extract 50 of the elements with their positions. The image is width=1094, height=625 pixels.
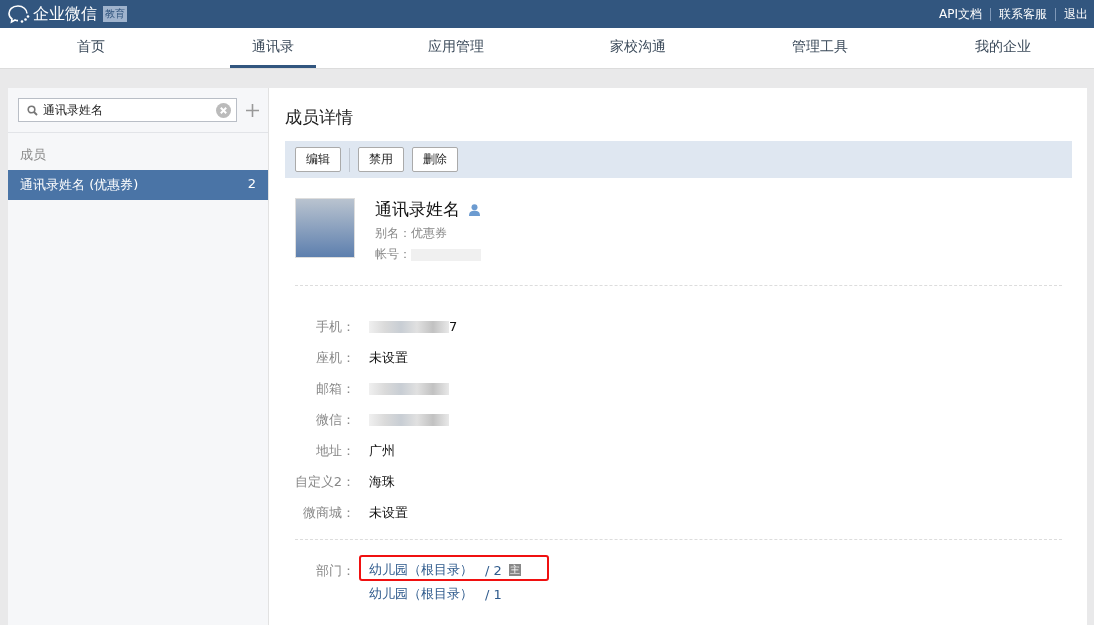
product-logo: 企业微信: [33, 3, 97, 25]
add-icon[interactable]: [246, 103, 259, 117]
member-count: 2: [247, 176, 256, 193]
field-label: 微商城：: [302, 503, 355, 522]
path-separator: /: [485, 562, 490, 578]
nav-tab[interactable]: 管理工具: [770, 28, 871, 68]
field-value: 未设置: [369, 348, 408, 367]
department-link[interactable]: 幼儿园（根目录）: [369, 585, 473, 603]
person-icon: [469, 203, 480, 216]
header-link[interactable]: 退出: [1064, 5, 1088, 23]
primary-badge: 主: [508, 564, 521, 576]
alias-value: 优惠券: [411, 225, 447, 242]
member-name: 通讯录姓名: [375, 198, 460, 221]
field-label: 帐号：: [375, 246, 411, 263]
edition-badge: 教育: [103, 6, 127, 22]
clear-icon[interactable]: [216, 102, 231, 118]
member-list-item[interactable]: 通讯录姓名 (优惠券) 2: [8, 170, 268, 200]
field-label: 邮箱：: [315, 379, 355, 398]
header-link[interactable]: 联系客服: [999, 5, 1047, 23]
nav-tab[interactable]: 应用管理: [405, 28, 506, 68]
photo-placeholder: [295, 198, 355, 258]
path-separator: /: [485, 586, 490, 602]
field-label: 别名：: [375, 225, 411, 242]
toolbar-button[interactable]: 编辑: [295, 147, 341, 172]
field-value: 广州: [369, 441, 395, 460]
member-count: 2: [493, 562, 502, 578]
field-value: 未设置: [369, 503, 408, 522]
nav-tab[interactable]: 我的企业: [952, 28, 1053, 68]
field-label: 部门：: [315, 562, 355, 580]
field-label: 地址：: [315, 441, 355, 460]
nav-tab[interactable]: 家校沟通: [588, 28, 689, 68]
field-label: 微信：: [315, 410, 355, 429]
member-count: 1: [493, 586, 502, 602]
chat-bubbles-icon: [8, 4, 30, 24]
toolbar-button[interactable]: 删除: [412, 147, 458, 172]
nav-tab[interactable]: 通讯录: [230, 28, 317, 68]
toolbar-button[interactable]: 禁用: [358, 147, 404, 172]
field-value: 7: [449, 319, 458, 334]
nav-tab[interactable]: 首页: [55, 28, 128, 68]
field-label: 自定义2：: [293, 472, 355, 491]
search-icon: [27, 104, 38, 116]
search-box[interactable]: 通讯录姓名: [18, 98, 237, 122]
department-link[interactable]: 幼儿园（根目录）: [369, 561, 473, 579]
member-name: 通讯录姓名 (优惠券): [20, 176, 139, 194]
panel-title: 成员详情: [285, 106, 354, 129]
field-value: 海珠: [369, 472, 395, 491]
field-label: 座机：: [315, 348, 355, 367]
section-label: 成员: [19, 146, 47, 164]
header-link[interactable]: API文档: [939, 5, 982, 23]
field-label: 手机：: [315, 317, 355, 336]
